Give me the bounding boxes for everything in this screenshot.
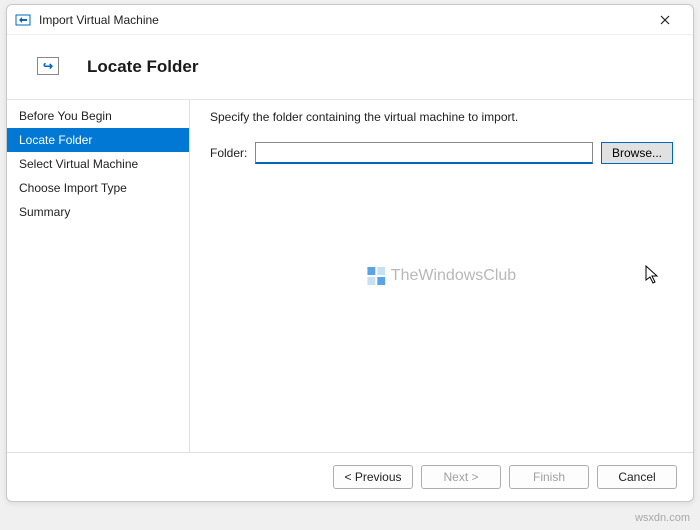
attribution-text: wsxdn.com xyxy=(635,512,690,524)
folder-input[interactable] xyxy=(255,142,593,164)
watermark-text: TheWindowsClub xyxy=(391,267,516,285)
step-summary[interactable]: Summary xyxy=(7,200,189,224)
instruction-text: Specify the folder containing the virtua… xyxy=(210,110,673,124)
step-choose-import-type[interactable]: Choose Import Type xyxy=(7,176,189,200)
page-title: Locate Folder xyxy=(87,57,693,77)
content-pane: Specify the folder containing the virtua… xyxy=(190,100,693,452)
step-select-virtual-machine[interactable]: Select Virtual Machine xyxy=(7,152,189,176)
step-before-you-begin[interactable]: Before You Begin xyxy=(7,104,189,128)
finish-button: Finish xyxy=(509,465,589,489)
step-sidebar: Before You Begin Locate Folder Select Vi… xyxy=(7,100,189,452)
step-locate-folder[interactable]: Locate Folder xyxy=(7,128,189,152)
wizard-header: ↪ Locate Folder xyxy=(7,35,693,100)
titlebar: Import Virtual Machine xyxy=(7,5,693,35)
watermark-icon xyxy=(367,267,385,285)
folder-row: Folder: Browse... xyxy=(210,142,673,164)
cursor-icon xyxy=(645,265,661,285)
import-icon: ↪ xyxy=(37,57,59,75)
cancel-button[interactable]: Cancel xyxy=(597,465,677,489)
next-button: Next > xyxy=(421,465,501,489)
close-button[interactable] xyxy=(645,6,685,34)
window-title: Import Virtual Machine xyxy=(39,13,645,27)
watermark: TheWindowsClub xyxy=(367,267,516,285)
folder-label: Folder: xyxy=(210,146,247,160)
wizard-footer: < Previous Next > Finish Cancel xyxy=(7,452,693,501)
wizard-body: Before You Begin Locate Folder Select Vi… xyxy=(7,100,693,452)
wizard-window: Import Virtual Machine ↪ Locate Folder B… xyxy=(6,4,694,502)
previous-button[interactable]: < Previous xyxy=(333,465,413,489)
app-icon xyxy=(15,12,31,28)
browse-button[interactable]: Browse... xyxy=(601,142,673,164)
